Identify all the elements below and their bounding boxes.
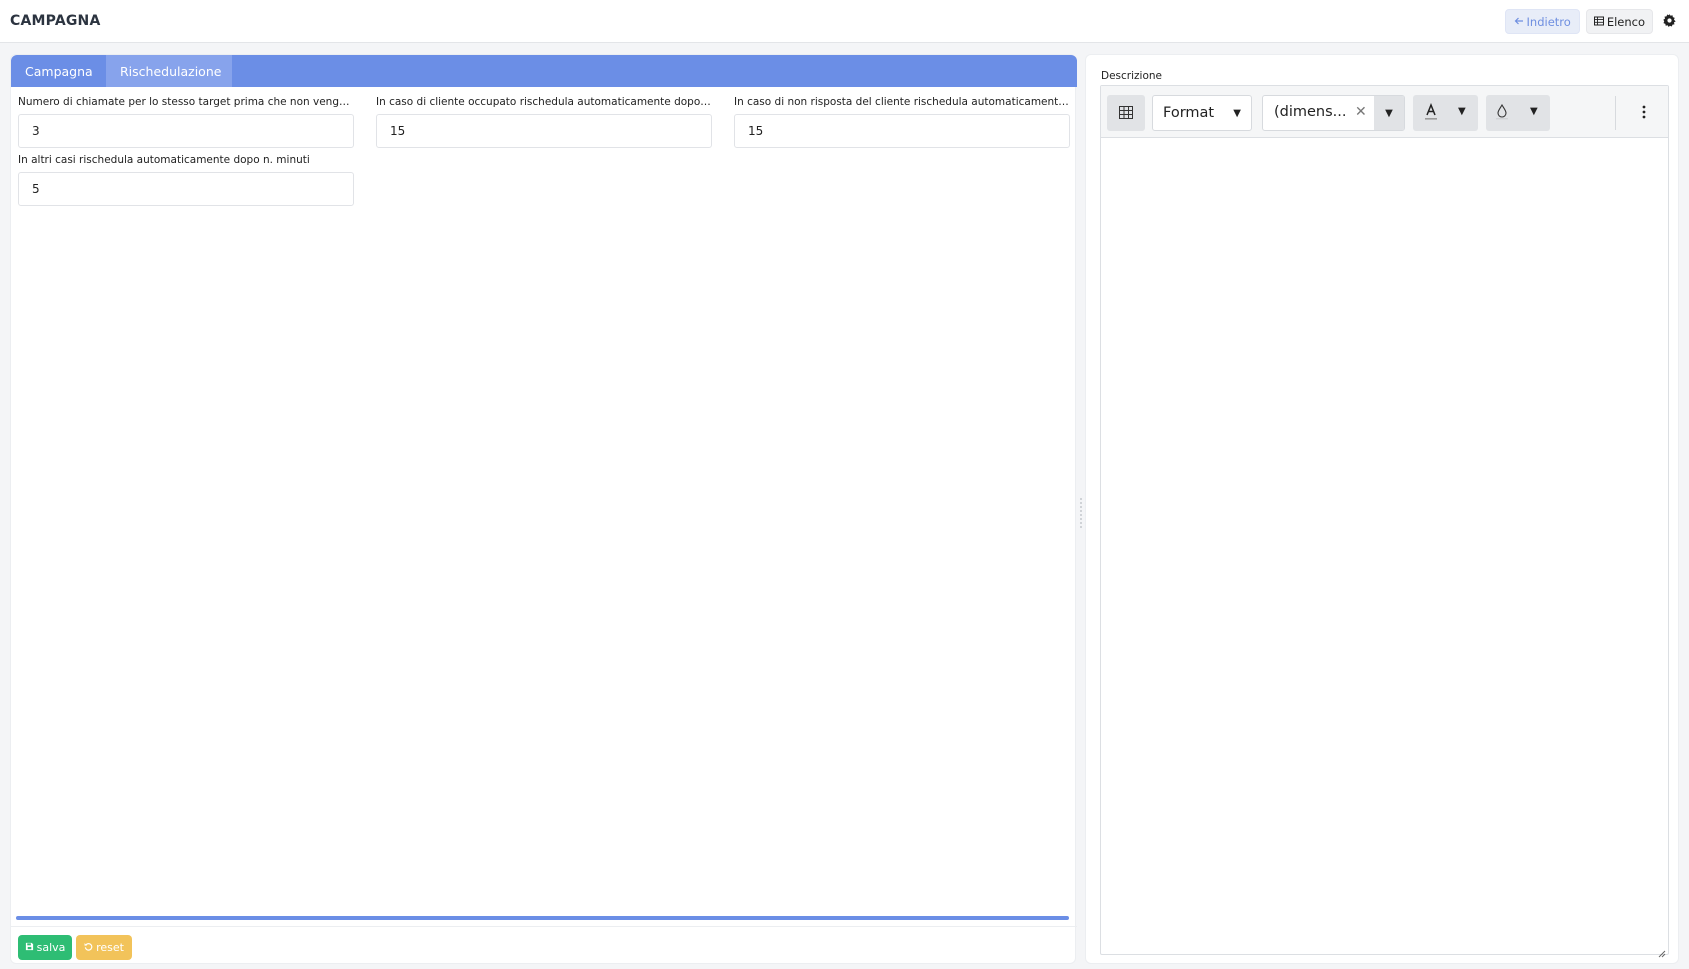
list-button-label: Elenco	[1606, 14, 1645, 29]
field-label: In caso di non risposta del cliente risc…	[734, 96, 1070, 108]
font-size-select[interactable]: (dimens... ✕ ▼	[1262, 95, 1405, 131]
caret-down-icon[interactable]: ▼	[1458, 106, 1466, 117]
insert-table-button[interactable]	[1107, 95, 1145, 131]
more-options-button[interactable]	[1629, 95, 1659, 131]
back-button-label: Indietro	[1526, 14, 1571, 29]
more-vertical-icon	[1642, 104, 1646, 123]
tab-bar: Campagna Rischedulazione	[11, 55, 1077, 87]
busy-reschedule-input[interactable]: 15	[376, 114, 712, 148]
tab-campagna[interactable]: Campagna	[11, 55, 106, 87]
floppy-disk-icon	[25, 941, 34, 954]
resize-grip-icon[interactable]	[1657, 943, 1666, 958]
description-panel: Descrizione Format ▼ (dimens... ✕ ▼ ▼ ▼	[1085, 54, 1679, 964]
top-bar: CAMPAGNA Indietro Elenco	[0, 0, 1689, 43]
form-panel: Campagna Rischedulazione Numero di chiam…	[10, 54, 1077, 964]
droplet-icon	[1496, 103, 1508, 124]
reset-button[interactable]: reset	[76, 935, 132, 960]
editor-content[interactable]	[1101, 139, 1668, 954]
no-answer-reschedule-input[interactable]: 15	[734, 114, 1070, 148]
list-button[interactable]: Elenco	[1585, 9, 1653, 34]
text-color-button[interactable]: ▼	[1413, 95, 1478, 131]
caret-down-icon[interactable]: ▼	[1530, 106, 1538, 117]
top-actions: Indietro Elenco	[1504, 9, 1679, 34]
no-answer-reschedule-field: In caso di non risposta del cliente risc…	[734, 95, 1070, 148]
panel-resize-handle[interactable]	[1078, 498, 1084, 528]
table-grid-icon	[1119, 104, 1133, 123]
field-label: Numero di chiamate per lo stesso target …	[18, 96, 354, 108]
max-calls-input[interactable]: 3	[18, 114, 354, 148]
reset-button-label: reset	[96, 941, 124, 954]
page-title: CAMPAGNA	[10, 13, 101, 29]
background-color-button[interactable]: ▼	[1486, 95, 1550, 131]
field-label: In altri casi rischedula automaticamente…	[18, 154, 310, 166]
back-button[interactable]: Indietro	[1504, 9, 1580, 34]
description-label: Descrizione	[1101, 70, 1162, 82]
arrow-left-icon	[1514, 15, 1524, 29]
save-button-label: salva	[36, 941, 66, 954]
toolbar-divider	[1615, 96, 1616, 130]
caret-down-icon[interactable]: ▼	[1374, 96, 1404, 130]
save-button[interactable]: salva	[18, 935, 72, 960]
divider	[11, 926, 1077, 927]
format-label: Format	[1163, 105, 1215, 121]
clear-icon[interactable]: ✕	[1355, 104, 1367, 120]
editor-toolbar: Format ▼ (dimens... ✕ ▼ ▼ ▼	[1101, 86, 1668, 138]
table-icon	[1593, 15, 1604, 29]
tab-rischedulazione[interactable]: Rischedulazione	[106, 55, 232, 87]
font-size-value: (dimens...	[1274, 104, 1347, 120]
other-reschedule-field: In altri casi rischedula automaticamente…	[18, 153, 354, 206]
busy-reschedule-field: In caso di cliente occupato rischedula a…	[376, 95, 712, 148]
max-calls-field: Numero di chiamate per lo stesso target …	[18, 95, 354, 148]
progress-bar	[16, 916, 1069, 920]
caret-down-icon: ▼	[1233, 107, 1241, 119]
format-select[interactable]: Format ▼	[1152, 95, 1252, 131]
text-color-icon	[1424, 102, 1438, 125]
field-label: In caso di cliente occupato rischedula a…	[376, 96, 712, 108]
other-reschedule-input[interactable]: 5	[18, 172, 354, 206]
settings-button[interactable]	[1659, 12, 1679, 32]
undo-icon	[84, 941, 93, 954]
rich-text-editor: Format ▼ (dimens... ✕ ▼ ▼ ▼	[1100, 85, 1669, 958]
gear-icon	[1662, 12, 1676, 31]
